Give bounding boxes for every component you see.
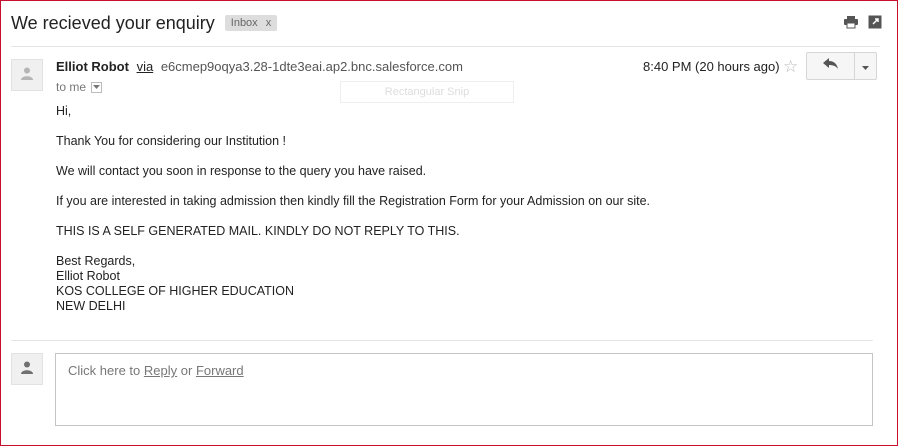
reply-button-group (806, 52, 877, 80)
signature-line-3: KOS COLLEGE OF HIGHER EDUCATION (56, 284, 295, 298)
reply-button[interactable] (806, 52, 855, 80)
my-avatar (11, 353, 43, 385)
subject-row: We recieved your enquiry Inbox x (11, 9, 278, 37)
person-icon (20, 360, 34, 379)
reply-link[interactable]: Reply (144, 363, 177, 378)
email-body: Hi, Thank You for considering our Instit… (56, 104, 650, 314)
rectangular-snip-overlay: Rectangular Snip (340, 81, 514, 103)
recipient-line: to me (56, 80, 103, 94)
reply-prompt-text: Click here to (68, 363, 141, 378)
body-paragraph-4: THIS IS A SELF GENERATED MAIL. KINDLY DO… (56, 224, 460, 238)
remove-label-button[interactable]: x (266, 17, 272, 29)
email-subject: We recieved your enquiry (11, 12, 215, 33)
reply-box[interactable]: Click here to Reply or Forward (55, 353, 873, 426)
print-icon[interactable] (844, 15, 858, 29)
signature-line-2: Elliot Robot (56, 269, 120, 283)
more-options-button[interactable] (855, 52, 877, 80)
signature-line-4: NEW DELHI (56, 299, 126, 313)
or-text: or (180, 363, 193, 378)
chevron-down-icon (862, 57, 869, 75)
header-divider (11, 46, 880, 47)
sender-line: Elliot Robot via e6cmep9oqya3.28-1dte3ea… (56, 59, 463, 74)
via-link[interactable]: via (137, 59, 154, 74)
person-icon (20, 66, 34, 85)
reply-arrow-icon (822, 57, 839, 75)
body-greeting: Hi, (56, 104, 72, 118)
sender-name[interactable]: Elliot Robot (56, 59, 129, 74)
new-window-icon[interactable] (868, 15, 882, 29)
star-icon[interactable]: ☆ (783, 57, 798, 77)
sender-avatar (11, 59, 43, 91)
forward-link[interactable]: Forward (196, 363, 244, 378)
body-paragraph-2: We will contact you soon in response to … (56, 164, 427, 178)
inbox-label-chip[interactable]: Inbox x (224, 15, 278, 31)
show-details-button[interactable] (91, 81, 103, 93)
top-icons (844, 15, 882, 29)
to-me-label: to me (56, 80, 87, 94)
body-paragraph-3: If you are interested in taking admissio… (56, 194, 651, 208)
body-paragraph-1: Thank You for considering our Institutio… (56, 134, 287, 148)
email-timestamp: 8:40 PM (20 hours ago) (643, 59, 780, 74)
label-chip-text: Inbox (230, 17, 258, 29)
reply-divider (11, 340, 873, 341)
signature-line-1: Best Regards, (56, 254, 136, 268)
sender-address: e6cmep9oqya3.28-1dte3eai.ap2.bnc.salesfo… (160, 59, 463, 74)
